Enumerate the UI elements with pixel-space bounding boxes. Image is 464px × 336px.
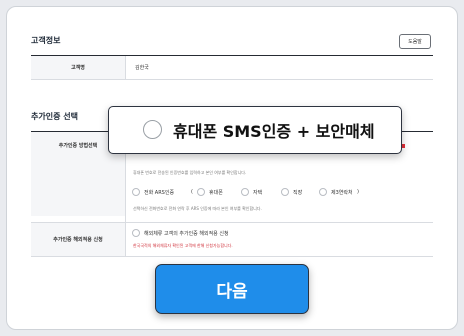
ars-mobile-label: 휴대폰 [209,190,223,196]
ars-home-radio[interactable] [241,188,249,196]
overseas-note: 한국국적의 해외체류자 확인된 고객에 한해 신청가능합니다. [133,243,233,248]
customer-info-title: 고객정보 [31,36,61,45]
ars-note: 선택하신 전화번호로 전화 연락 후 ARS 인증에 따라 본인 여부를 확인합… [133,206,262,211]
sms-auth-radio[interactable] [143,120,162,139]
ars-paren-close: ) [357,189,359,195]
next-button[interactable]: 다음 [155,264,309,314]
ars-home-label: 자택 [253,190,263,196]
overseas-label: 추가인증 해외적용 신청 [31,223,125,256]
sms-auth-label: 휴대폰 SMS인증 + 보안매체 [173,122,375,141]
auth-select-title: 추가인증 선택 [31,112,78,121]
ars-mobile-radio[interactable] [197,188,205,196]
required-mark [402,144,405,148]
customer-table-bottom-rule [31,79,433,80]
ars-work-label: 직장 [293,190,303,196]
ars-radio[interactable] [132,188,140,196]
auth-table-bottom-rule [31,256,433,257]
customer-name-value: 김한국 [135,65,149,71]
overseas-radio[interactable] [132,229,140,237]
sms-auth-option-callout[interactable]: 휴대폰 SMS인증 + 보안매체 [108,106,402,154]
overseas-option-label: 해외체류 고객의 추가인증 해외적용 신청 [144,231,229,237]
phone-auth-note: 휴대폰 번호로 전송된 인증번호를 입력하고 본인 여부를 확인합니다. [133,170,247,175]
ars-third-radio[interactable] [319,188,327,196]
ars-third-label: 제3연락처 [331,190,353,196]
help-button[interactable]: 도움말 [399,34,431,49]
customer-name-label: 고객명 [31,56,125,79]
ars-work-radio[interactable] [281,188,289,196]
ars-paren-open: ( [191,189,193,195]
ars-label: 전화 ARS인증 [144,190,175,196]
customer-table-divider [125,56,126,79]
